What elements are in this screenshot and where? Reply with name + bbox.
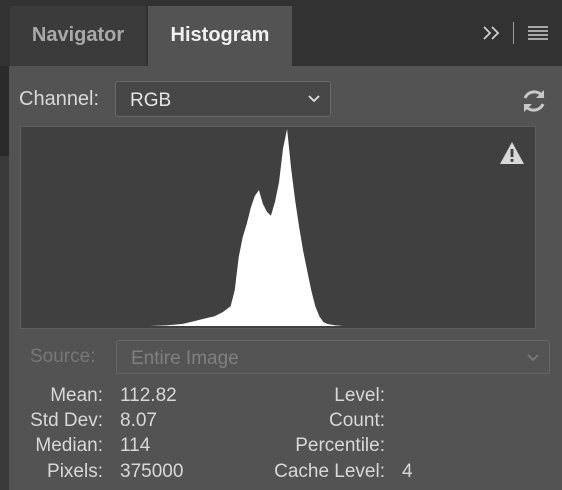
panel-tab-bar: Navigator Histogram — [0, 0, 562, 66]
document-edge — [0, 66, 9, 490]
chevron-down-icon — [308, 95, 320, 103]
histogram-panel: Navigator Histogram Channel: RGB Source:… — [0, 0, 562, 490]
channel-value: RGB — [130, 90, 172, 111]
cache-level-value: 4 — [402, 461, 413, 482]
std-dev-value: 8.07 — [120, 410, 157, 431]
chevron-down-icon — [527, 354, 539, 362]
tab-histogram[interactable]: Histogram — [148, 6, 292, 66]
source-dropdown: Entire Image — [116, 340, 550, 374]
histogram-area — [21, 129, 535, 326]
channel-label: Channel: — [19, 88, 100, 110]
histogram-chart[interactable] — [20, 126, 536, 329]
warning-icon[interactable] — [499, 141, 525, 165]
percentile-label: Percentile: — [295, 435, 385, 456]
std-dev-label: Std Dev: — [30, 410, 103, 431]
channel-dropdown[interactable]: RGB — [115, 81, 331, 117]
mean-value: 112.82 — [120, 385, 177, 406]
count-label: Count: — [329, 410, 385, 431]
tab-actions-divider — [513, 22, 514, 44]
histogram-plot — [21, 129, 535, 326]
source-value: Entire Image — [131, 348, 239, 369]
hamburger-menu-icon[interactable] — [526, 20, 550, 46]
level-label: Level: — [334, 385, 385, 406]
tab-navigator[interactable]: Navigator — [10, 6, 146, 66]
pixels-label: Pixels: — [47, 461, 103, 482]
median-label: Median: — [35, 435, 103, 456]
histogram-content: Channel: RGB Source: Entire Image Mean: … — [9, 66, 562, 490]
mean-label: Mean: — [50, 385, 103, 406]
double-chevron-right-icon[interactable] — [479, 20, 505, 46]
pixels-value: 375000 — [120, 461, 184, 482]
panel-actions — [479, 18, 550, 48]
refresh-icon[interactable] — [519, 86, 549, 116]
cache-level-label: Cache Level: — [274, 461, 385, 482]
source-label: Source: — [30, 346, 96, 367]
median-value: 114 — [120, 435, 151, 456]
